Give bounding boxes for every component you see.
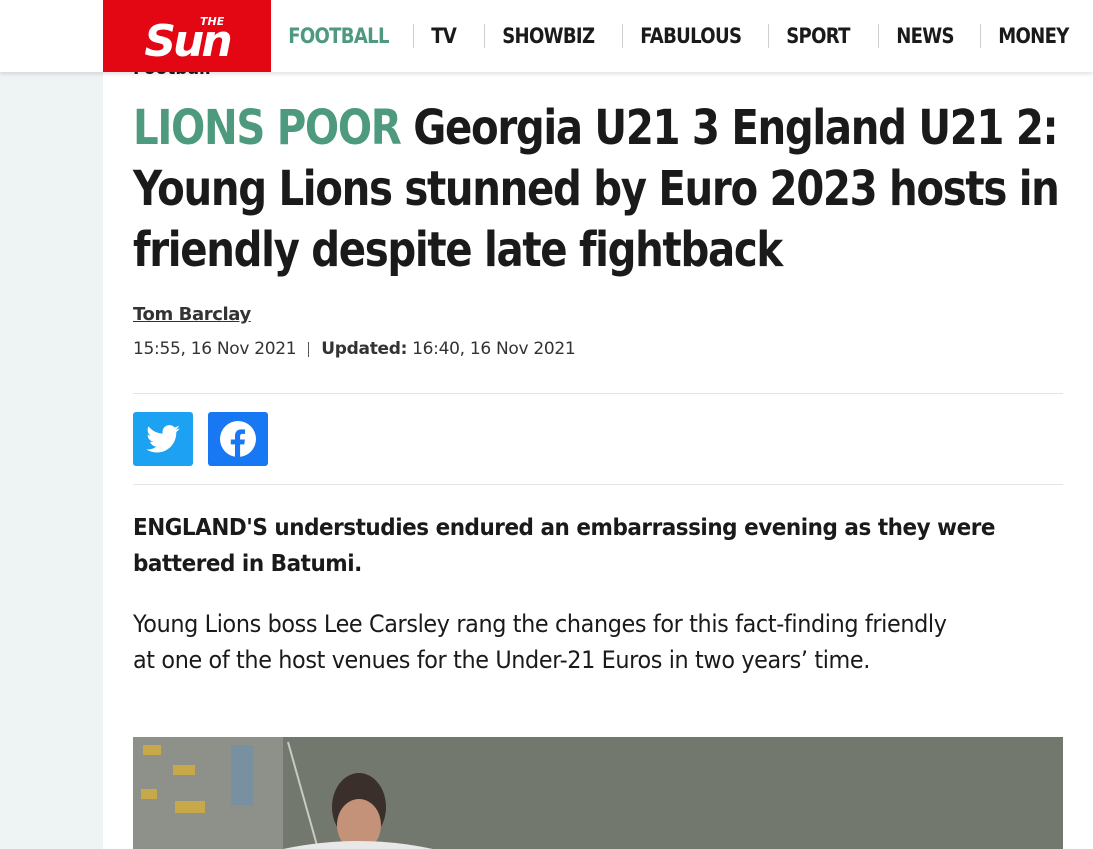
nav-cell-news: NEWS xyxy=(879,0,980,72)
nav-item-sport[interactable]: SPORT xyxy=(769,24,867,48)
nav-cell-money: MONEY xyxy=(981,0,1091,72)
updated-label: Updated: xyxy=(321,339,408,359)
headline-accent: LIONS POOR xyxy=(133,100,402,156)
sun-logo-icon: THE Sun xyxy=(144,15,233,64)
article-dates: 15:55, 16 Nov 2021 Updated: 16:40, 16 No… xyxy=(133,339,576,359)
nav-cell-showbiz: SHOWBIZ xyxy=(485,0,622,72)
article-paragraph: Young Lions boss Lee Carsley rang the ch… xyxy=(133,610,947,674)
nav-item-money[interactable]: MONEY xyxy=(981,24,1086,48)
nav-item-showbiz[interactable]: SHOWBIZ xyxy=(485,24,612,48)
twitter-icon xyxy=(146,425,180,453)
article-headline: LIONS POOR Georgia U21 3 England U21 2: … xyxy=(133,98,1070,281)
nav-cell-football: FOOTBALL xyxy=(271,0,413,72)
updated-date: 16:40, 16 Nov 2021 xyxy=(412,339,576,359)
twitter-share-button[interactable] xyxy=(133,412,193,466)
published-date: 15:55, 16 Nov 2021 xyxy=(133,339,297,359)
divider-bottom xyxy=(133,484,1063,485)
nav-cell-tv: TV xyxy=(414,0,484,72)
author-link[interactable]: Tom Barclay xyxy=(133,304,251,325)
svg-text:Sun: Sun xyxy=(144,16,230,64)
divider-top xyxy=(133,393,1063,394)
nav-item-news[interactable]: NEWS xyxy=(879,24,971,48)
nav-cell-sport: SPORT xyxy=(769,0,878,72)
facebook-share-button[interactable] xyxy=(208,412,268,466)
site-header: THE Sun FOOTBALL TV SHOWBIZ FABULOUS SPO… xyxy=(0,0,1093,72)
sun-logo[interactable]: THE Sun xyxy=(103,0,271,72)
nav-item-tv[interactable]: TV xyxy=(414,24,473,48)
article-lead: ENGLAND'S understudies endured an embarr… xyxy=(133,515,995,577)
facebook-icon xyxy=(220,421,256,457)
nav-item-fabulous[interactable]: FABULOUS xyxy=(623,24,758,48)
nav-cell-fabulous: FABULOUS xyxy=(623,0,768,72)
photo-scene xyxy=(133,737,1063,849)
article-photo xyxy=(133,737,1063,849)
main-nav: FOOTBALL TV SHOWBIZ FABULOUS SPORT NEWS … xyxy=(271,0,1093,72)
date-divider xyxy=(308,341,310,357)
nav-item-football[interactable]: FOOTBALL xyxy=(271,24,406,48)
